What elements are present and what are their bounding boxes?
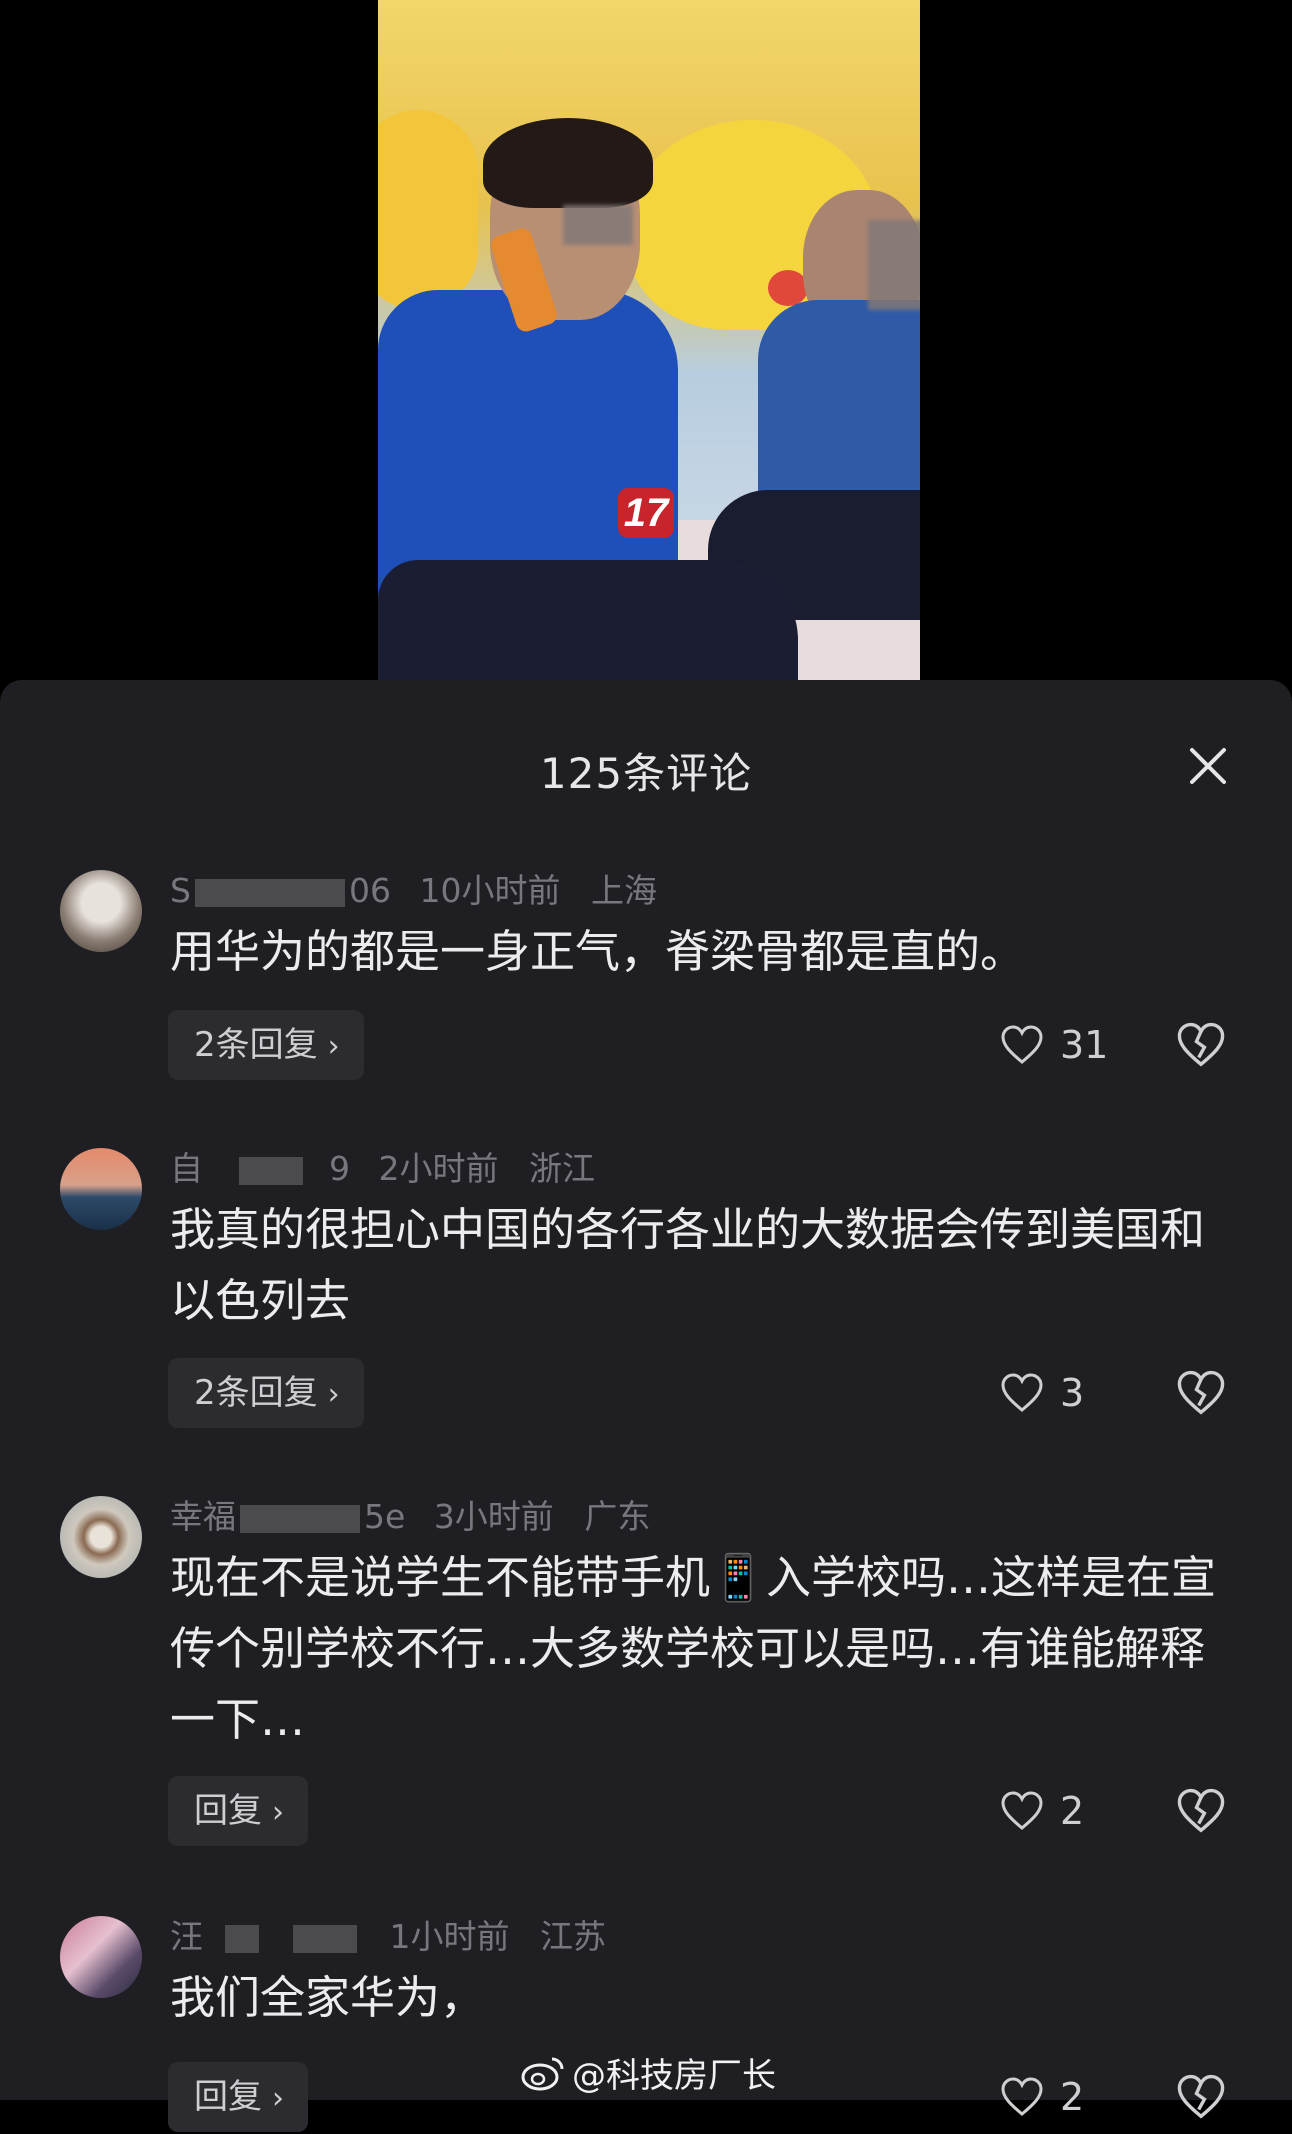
username[interactable]: S bbox=[170, 871, 191, 910]
comments-sheet: 125条评论 S 06 10小时前 上海 用华为的都是一身正气，脊梁骨都是直的。 … bbox=[0, 680, 1292, 2132]
username-redaction bbox=[240, 1504, 360, 1533]
comment-text: 我真的很担心中国的各行各业的大数据会传到美国和以色列去 bbox=[170, 1203, 1206, 1327]
view-replies-button[interactable]: 2条回复 › bbox=[168, 1358, 364, 1428]
username-redaction bbox=[239, 1156, 303, 1185]
like-button[interactable]: 2 bbox=[1000, 2072, 1084, 2122]
broken-heart-icon[interactable] bbox=[1176, 1786, 1226, 1836]
heart-icon bbox=[1001, 2077, 1043, 2116]
weibo-logo-icon bbox=[521, 2057, 564, 2090]
username-suffix[interactable]: 5e bbox=[364, 1497, 405, 1536]
comment-meta: 幸福 5e 3小时前 广东 bbox=[170, 1490, 650, 1538]
username-redaction bbox=[293, 1924, 357, 1953]
broken-heart-icon[interactable] bbox=[1176, 1368, 1226, 1418]
comments-title: 125条评论 bbox=[539, 749, 753, 798]
watermark-text: @科技房厂长 bbox=[572, 2056, 776, 2096]
view-replies-button[interactable]: 2条回复 › bbox=[168, 1010, 364, 1080]
username[interactable]: 汪 bbox=[170, 1917, 203, 1956]
like-count: 3 bbox=[1060, 1371, 1085, 1415]
like-count: 2 bbox=[1060, 1789, 1085, 1833]
comment-meta: S 06 10小时前 上海 bbox=[170, 864, 657, 912]
comment-location: 广东 bbox=[584, 1497, 651, 1536]
comment-text: 用华为的都是一身正气，脊梁骨都是直的。 bbox=[170, 925, 1026, 978]
comment-meta: 自 9 2小时前 浙江 bbox=[170, 1142, 595, 1190]
heart-icon bbox=[1001, 1373, 1043, 1412]
broken-heart-icon[interactable] bbox=[1176, 2072, 1226, 2122]
username-suffix[interactable]: 9 bbox=[329, 1149, 350, 1188]
video-pikachu-cheek bbox=[768, 270, 808, 306]
comment-meta: 汪 1小时前 江苏 bbox=[170, 1910, 606, 1958]
comment-time: 10小时前 bbox=[419, 871, 561, 910]
heart-icon bbox=[1001, 1791, 1043, 1830]
video-person-left-hair bbox=[483, 118, 653, 208]
avatar[interactable] bbox=[60, 870, 142, 952]
like-button[interactable]: 2 bbox=[1000, 1786, 1084, 1836]
comment-location: 江苏 bbox=[540, 1917, 606, 1956]
username[interactable]: 幸福 bbox=[170, 1497, 236, 1536]
comment-time: 3小时前 bbox=[433, 1497, 554, 1536]
close-icon[interactable] bbox=[1184, 742, 1232, 790]
video-pikachu-left bbox=[378, 110, 478, 310]
username-suffix[interactable]: 06 bbox=[349, 871, 391, 910]
broken-heart-icon[interactable] bbox=[1176, 1020, 1226, 1070]
chevron-right-icon: › bbox=[272, 2081, 284, 2116]
username-redaction bbox=[194, 878, 345, 907]
face-blur bbox=[868, 220, 920, 310]
comment-time: 1小时前 bbox=[389, 1917, 510, 1956]
avatar[interactable] bbox=[60, 1916, 142, 1998]
reply-label: 回复 bbox=[194, 2077, 262, 2117]
comment-text: 现在不是说学生不能带手机📱入学校吗…这样是在宣传个别学校不行…大多数学校可以是吗… bbox=[170, 1551, 1217, 1746]
watermark: @科技房厂长 bbox=[520, 2048, 776, 2097]
video-number-badge: 17 bbox=[618, 488, 674, 538]
video-person-left-legs bbox=[378, 560, 798, 682]
like-button[interactable]: 3 bbox=[1000, 1368, 1084, 1418]
view-replies-label: 2条回复 bbox=[194, 1373, 318, 1413]
comment-text: 我们全家华为， bbox=[170, 1971, 486, 2024]
comment-location: 浙江 bbox=[529, 1149, 595, 1188]
chevron-right-icon: › bbox=[327, 1377, 340, 1412]
like-button[interactable]: 31 bbox=[1000, 1020, 1108, 1070]
face-blur bbox=[563, 205, 633, 245]
avatar[interactable] bbox=[60, 1148, 142, 1230]
comment-location: 上海 bbox=[590, 871, 657, 910]
comment-time: 2小时前 bbox=[378, 1149, 499, 1188]
video-player[interactable]: 17 bbox=[378, 0, 920, 682]
heart-icon bbox=[1001, 1025, 1043, 1064]
username-redaction bbox=[225, 1924, 259, 1953]
like-count: 2 bbox=[1060, 2075, 1085, 2119]
like-count: 31 bbox=[1060, 1023, 1109, 1067]
chevron-right-icon: › bbox=[272, 1795, 284, 1830]
reply-label: 回复 bbox=[194, 1791, 262, 1831]
reply-button[interactable]: 回复 › bbox=[168, 1776, 308, 1846]
username[interactable]: 自 bbox=[170, 1149, 203, 1188]
reply-button[interactable]: 回复 › bbox=[168, 2062, 308, 2132]
avatar[interactable] bbox=[60, 1496, 142, 1578]
chevron-right-icon: › bbox=[327, 1029, 340, 1064]
view-replies-label: 2条回复 bbox=[194, 1025, 318, 1065]
